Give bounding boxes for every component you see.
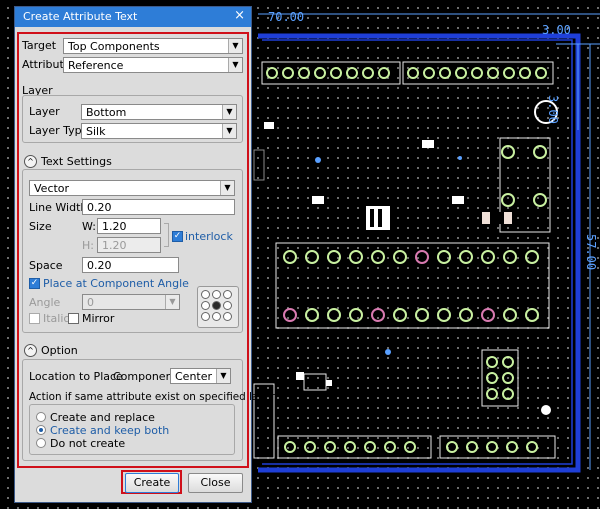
create-attribute-text-dialog: Create Attribute Text × Target Top Compo…	[14, 6, 275, 503]
mirror-label: Mirror	[82, 312, 115, 325]
dim-label-right-mid: 3.00	[546, 95, 560, 124]
line-width-label: Line Width	[29, 201, 88, 214]
h-label: H:	[82, 239, 94, 252]
interlock-bracket	[164, 223, 169, 247]
collapse-option-icon[interactable]: ^	[24, 344, 37, 357]
w-label: W:	[82, 220, 96, 233]
mirror-checkbox[interactable]	[68, 313, 79, 324]
angle-label: Angle	[29, 296, 61, 309]
radio-create-replace[interactable]	[36, 412, 46, 422]
action-label: Action if same attribute exist on specif…	[29, 391, 276, 403]
attribute-select[interactable]: Reference ▼	[63, 57, 243, 73]
anchor-center[interactable]	[212, 301, 221, 310]
layer-select[interactable]: Bottom ▼	[81, 104, 237, 120]
italic-label: Italic	[43, 312, 70, 325]
location-label: Location to Place	[29, 370, 123, 383]
line-width-input[interactable]: 0.20	[82, 199, 235, 215]
create-button[interactable]: Create	[125, 473, 179, 493]
location-value: Center	[175, 370, 213, 383]
width-input[interactable]: 1.20	[97, 218, 161, 234]
height-input: 1.20	[97, 237, 161, 253]
anchor-top-right[interactable]	[223, 290, 232, 299]
chevron-down-icon: ▼	[165, 295, 179, 309]
anchor-bottom-right[interactable]	[223, 312, 232, 321]
chevron-down-icon: ▼	[228, 39, 242, 53]
dialog-title-bar[interactable]: Create Attribute Text ×	[15, 7, 251, 27]
anchor-top-center[interactable]	[212, 290, 221, 299]
connector-pads-row1	[283, 250, 539, 264]
target-value: Top Components	[68, 40, 160, 53]
size-label: Size	[29, 220, 52, 233]
angle-select: 0 ▼	[82, 294, 180, 310]
radio-create-keep[interactable]	[36, 425, 46, 435]
layer-type-select[interactable]: Silk ▼	[81, 123, 237, 139]
connector-pads-row2	[305, 308, 539, 322]
font-select[interactable]: Vector ▼	[29, 180, 235, 196]
anchor-mid-right[interactable]	[223, 301, 232, 310]
text-settings-label: Text Settings	[41, 155, 112, 168]
dim-label-right-large: 57.00	[584, 234, 598, 271]
chevron-down-icon: ▼	[220, 181, 234, 195]
anchor-mid-left[interactable]	[201, 301, 210, 310]
collapse-text-settings-icon[interactable]: ^	[24, 155, 37, 168]
space-input[interactable]: 0.20	[82, 257, 179, 273]
target-select[interactable]: Top Components ▼	[63, 38, 243, 54]
chevron-down-icon: ▼	[216, 369, 230, 383]
radio-do-not-create-label: Do not create	[50, 437, 126, 450]
chevron-down-icon: ▼	[222, 124, 236, 138]
font-value: Vector	[34, 182, 70, 195]
radio-create-keep-label: Create and keep both	[50, 424, 170, 437]
layer-type-label: Layer Type	[29, 124, 89, 137]
place-angle-label: Place at Component Angle	[43, 277, 189, 290]
layer-type-value: Silk	[86, 125, 106, 138]
chevron-down-icon: ▼	[228, 58, 242, 72]
layer-value: Bottom	[86, 106, 127, 119]
chevron-down-icon: ▼	[222, 105, 236, 119]
anchor-bottom-left[interactable]	[201, 312, 210, 321]
interlock-checkbox[interactable]: ✓	[172, 231, 183, 242]
radio-do-not-create[interactable]	[36, 438, 46, 448]
target-label: Target	[22, 39, 57, 52]
attribute-value: Reference	[68, 59, 124, 72]
place-angle-checkbox[interactable]: ✓	[29, 278, 40, 289]
close-icon[interactable]: ×	[234, 8, 245, 23]
anchor-bottom-center[interactable]	[212, 312, 221, 321]
header-top-pads	[266, 67, 547, 79]
close-button[interactable]: Close	[188, 473, 243, 493]
option-label: Option	[41, 344, 78, 357]
dim-label-right-small: 3.00	[542, 23, 571, 37]
location-select[interactable]: Center ▼	[170, 368, 231, 384]
space-label: Space	[29, 259, 63, 272]
dim-label-top: 70.00	[268, 10, 305, 24]
layer-label: Layer	[29, 105, 60, 118]
italic-checkbox	[29, 313, 40, 324]
anchor-top-left[interactable]	[201, 290, 210, 299]
radio-create-replace-label: Create and replace	[50, 411, 155, 424]
dialog-title: Create Attribute Text	[23, 10, 138, 23]
interlock-label: interlock	[185, 230, 233, 243]
